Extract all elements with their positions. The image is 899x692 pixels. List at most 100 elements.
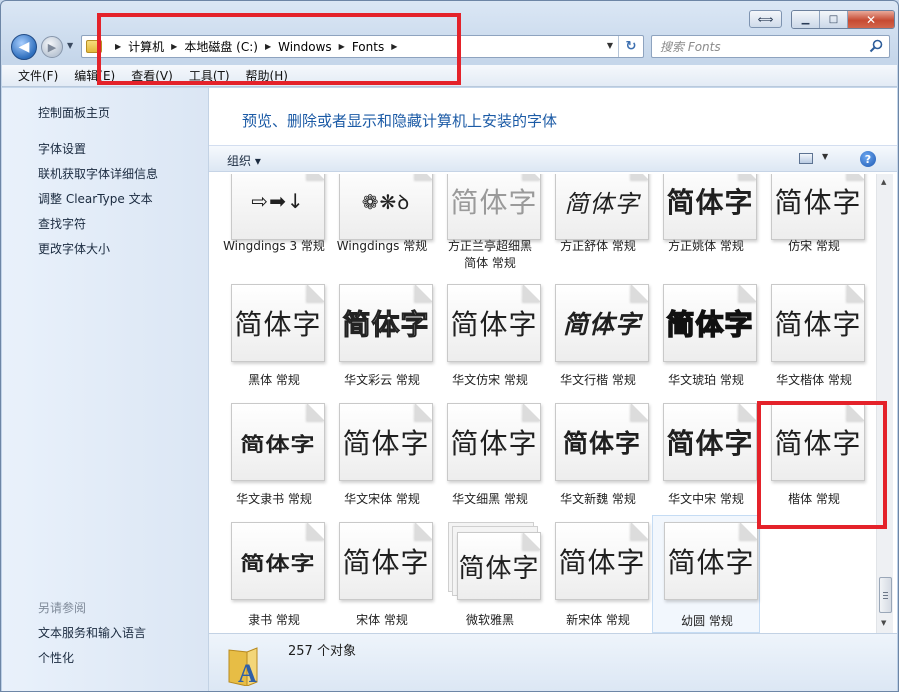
font-tile-hw-caiyun[interactable]: 简体字 华文彩云 常规 (328, 284, 436, 394)
refresh-button[interactable]: ↻ (618, 36, 643, 57)
font-tile-hw-lishu[interactable]: 简体字 华文隶书 常规 (220, 403, 328, 513)
font-sample: 简体字 (564, 189, 640, 218)
sidebar-item-text-services[interactable]: 文本服务和输入语言 (38, 624, 146, 641)
sidebar-item-font-settings[interactable]: 字体设置 (38, 140, 86, 157)
font-tile-kaiti[interactable]: 简体字 楷体 常规 (760, 403, 868, 513)
scroll-up-arrow[interactable]: ▲ (881, 178, 886, 186)
forward-button[interactable]: ▶ (41, 36, 63, 58)
breadcrumb-separator[interactable]: ▶ (171, 42, 177, 51)
back-button[interactable]: ◀ (11, 34, 37, 60)
font-tile-fz-shuti[interactable]: 简体字 方正舒体 常规 (544, 174, 652, 272)
address-bar[interactable]: ▶ 计算机 ▶ 本地磁盘 (C:) ▶ Windows ▶ Fonts ▶ ▼ … (81, 35, 644, 58)
minimize-button[interactable]: ▁ (792, 11, 820, 28)
font-name: 隶书 常规 (248, 613, 300, 627)
menu-file[interactable]: 文件(F) (18, 67, 58, 84)
font-name: 方正兰亭超细黑简体 常规 (447, 239, 532, 270)
breadcrumb-separator[interactable]: ▶ (115, 42, 121, 51)
font-preview: 简体字 (555, 174, 649, 240)
font-name: 华文琥珀 常规 (668, 373, 744, 387)
font-name: 华文隶书 常规 (236, 492, 312, 506)
font-tile-hw-kaiti[interactable]: 简体字 华文楷体 常规 (760, 284, 868, 394)
font-preview: 简体字 (664, 522, 758, 600)
font-sample: 简体字 (562, 310, 641, 339)
font-preview: 简体字 (231, 403, 325, 481)
organize-button[interactable]: 组织 ▾ (227, 152, 261, 169)
font-tile-wingdings3[interactable]: ⇨➡↓ Wingdings 3 常规 (220, 174, 328, 272)
sidebar-item-control-panel-home[interactable]: 控制面板主页 (38, 104, 110, 121)
menu-tools[interactable]: 工具(T) (189, 67, 230, 84)
breadcrumb-windows[interactable]: Windows (278, 40, 332, 54)
font-tile-fangsong[interactable]: 简体字 仿宋 常规 (760, 174, 868, 272)
font-preview: 简体字 (771, 403, 865, 481)
svg-text:A: A (238, 659, 257, 686)
font-preview: 简体字 (457, 532, 541, 600)
font-preview: 简体字 (663, 284, 757, 362)
grip-line (883, 595, 888, 596)
font-tile-lishu[interactable]: 简体字 隶书 常规 (220, 522, 328, 632)
sidebar-item-get-font-info-online[interactable]: 联机获取字体详细信息 (38, 165, 158, 182)
sidebar-item-personalization[interactable]: 个性化 (38, 649, 74, 666)
breadcrumb-separator[interactable]: ▶ (265, 42, 271, 51)
font-sample: 简体字 (234, 308, 322, 341)
font-tile-hw-zhongsong[interactable]: 简体字 华文中宋 常规 (652, 403, 760, 513)
font-name: 华文新魏 常规 (560, 492, 636, 506)
font-tile-hw-songti[interactable]: 简体字 华文宋体 常规 (328, 403, 436, 513)
breadcrumb-local-disk[interactable]: 本地磁盘 (C:) (184, 38, 258, 55)
change-view-icon[interactable] (799, 153, 813, 164)
font-sample: 简体字 (342, 308, 430, 342)
font-name: 华文宋体 常规 (344, 492, 420, 506)
font-name: 方正舒体 常规 (560, 239, 636, 253)
font-tile-hw-xinwei[interactable]: 简体字 华文新魏 常规 (544, 403, 652, 513)
font-sample: 简体字 (666, 427, 754, 460)
font-preview: ❁❋ꝺ (339, 174, 433, 240)
font-tile-msyahei[interactable]: 简体字 微软雅黑 (436, 522, 544, 632)
breadcrumb-fonts[interactable]: Fonts (352, 40, 384, 54)
view-options-dropdown[interactable]: ▼ (822, 152, 828, 161)
font-sample: 简体字 (666, 186, 754, 219)
font-preview: ⇨➡↓ (231, 174, 325, 240)
font-sample: 简体字 (774, 427, 862, 460)
menu-view[interactable]: 查看(V) (131, 67, 173, 84)
font-preview: 简体字 (339, 403, 433, 481)
sidebar-item-adjust-cleartype[interactable]: 调整 ClearType 文本 (38, 190, 153, 207)
vertical-scrollbar[interactable]: ▲ ▼ (876, 174, 893, 633)
sidebar-item-change-font-size[interactable]: 更改字体大小 (38, 240, 110, 257)
scroll-down-arrow[interactable]: ▼ (881, 619, 886, 627)
caption-buttons: ▁ □ ✕ (791, 10, 895, 29)
close-button[interactable]: ✕ (848, 11, 894, 28)
font-sample: 简体字 (450, 308, 538, 341)
sidebar-item-find-character[interactable]: 查找字符 (38, 215, 86, 232)
font-sample: 简体字 (774, 308, 862, 341)
font-preview: 简体字 (231, 284, 325, 362)
font-tile-hw-hupo[interactable]: 简体字 华文琥珀 常规 (652, 284, 760, 394)
breadcrumb-computer[interactable]: 计算机 (128, 38, 164, 55)
font-tile-youyuan[interactable]: 简体字 幼圆 常规 (652, 515, 760, 633)
search-icon[interactable] (869, 39, 883, 53)
font-tile-fz-lanting[interactable]: 简体字 方正兰亭超细黑简体 常规 (436, 174, 544, 272)
font-sample: 简体字 (240, 551, 316, 575)
help-icon[interactable]: ? (860, 151, 876, 167)
font-tile-xinsongti[interactable]: 简体字 新宋体 常规 (544, 522, 652, 632)
breadcrumb-separator[interactable]: ▶ (391, 42, 397, 51)
font-tile-hw-xihei[interactable]: 简体字 华文细黑 常规 (436, 403, 544, 513)
font-tile-songti[interactable]: 简体字 宋体 常规 (328, 522, 436, 632)
font-name: 华文行楷 常规 (560, 373, 636, 387)
font-tile-hw-fangsong[interactable]: 简体字 华文仿宋 常规 (436, 284, 544, 394)
font-tile-heiti[interactable]: 简体字 黑体 常规 (220, 284, 328, 394)
snap-button[interactable]: ⟺ (749, 10, 782, 28)
font-tile-hw-xingkai[interactable]: 简体字 华文行楷 常规 (544, 284, 652, 394)
menu-edit[interactable]: 编辑(E) (74, 67, 115, 84)
font-tile-wingdings[interactable]: ❁❋ꝺ Wingdings 常规 (328, 174, 436, 272)
recent-pages-dropdown[interactable]: ▼ (67, 41, 73, 50)
maximize-button[interactable]: □ (820, 11, 848, 28)
address-history-dropdown[interactable]: ▼ (607, 41, 613, 50)
scroll-thumb[interactable] (879, 577, 892, 613)
font-name: Wingdings 3 常规 (223, 239, 325, 253)
font-preview: 简体字 (555, 403, 649, 481)
font-name: 宋体 常规 (356, 613, 408, 627)
breadcrumb-separator[interactable]: ▶ (339, 42, 345, 51)
search-input[interactable]: 搜索 Fonts (651, 35, 890, 58)
font-tile-fz-yaoti[interactable]: 简体字 方正姚体 常规 (652, 174, 760, 272)
menu-help[interactable]: 帮助(H) (246, 67, 288, 84)
font-grid: ⇨➡↓ Wingdings 3 常规 ❁❋ꝺ Wingdings 常规 简体字 … (209, 174, 876, 633)
